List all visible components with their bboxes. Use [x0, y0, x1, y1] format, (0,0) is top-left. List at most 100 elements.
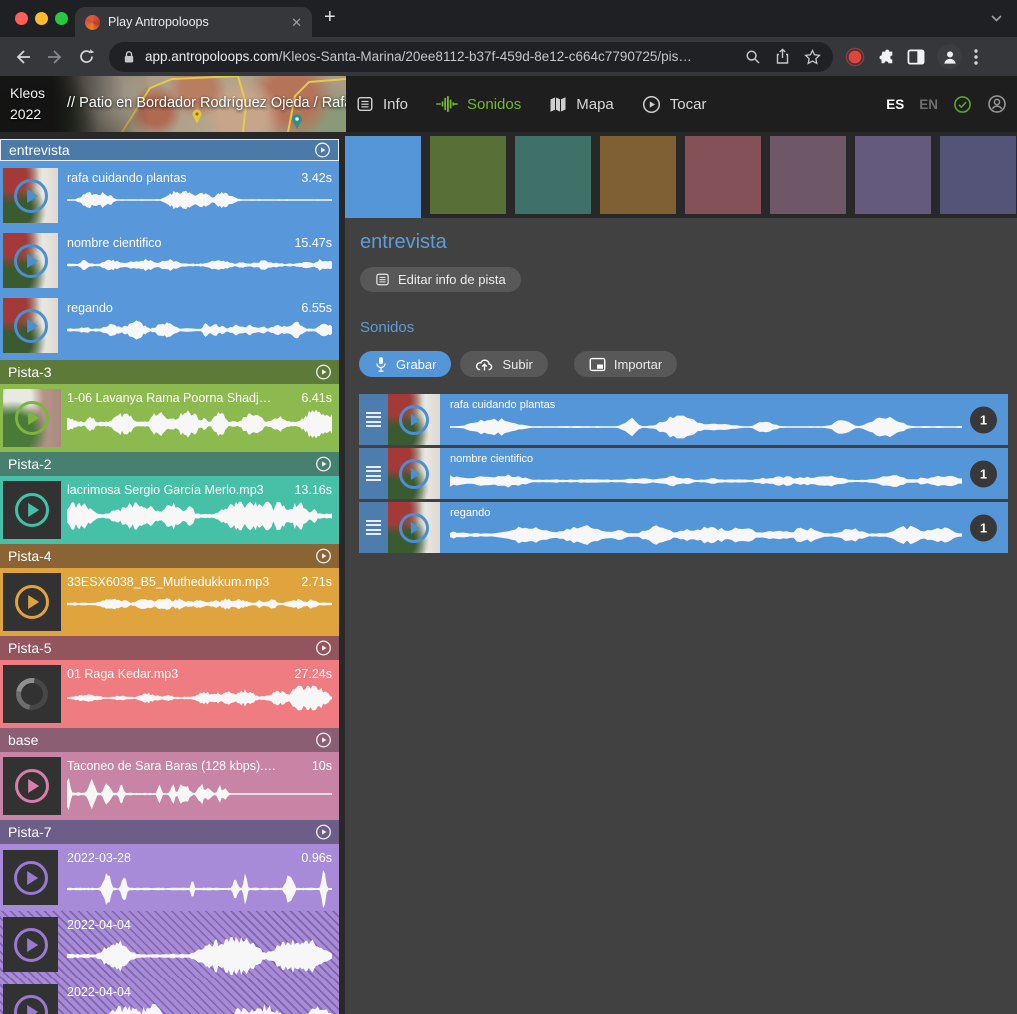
back-icon[interactable]: [14, 49, 32, 65]
clip-thumbnail[interactable]: [3, 984, 58, 1014]
play-icon[interactable]: [15, 401, 49, 435]
clip-duration: 15.47s: [294, 236, 332, 250]
track-swatch-1[interactable]: [345, 136, 421, 218]
account-circle-icon[interactable]: [987, 94, 1007, 114]
track-swatch-3[interactable]: [515, 136, 591, 214]
track-header-Pista-4[interactable]: Pista-4: [0, 544, 339, 568]
clip-row[interactable]: 1-06 Lavanya Rama Poorna Shadjam Rupak..…: [0, 384, 339, 452]
lang-en[interactable]: EN: [919, 97, 938, 112]
clip-row[interactable]: 2022-04-04: [0, 911, 339, 978]
subir-button[interactable]: Subir: [460, 351, 547, 377]
play-icon[interactable]: [14, 861, 48, 895]
track-swatch-5[interactable]: [685, 136, 761, 214]
bookmark-star-icon[interactable]: [804, 49, 821, 65]
clip-row[interactable]: 2022-03-280.96s: [0, 844, 339, 911]
window-close-button[interactable]: [15, 12, 28, 25]
clip-row[interactable]: rafa cuidando plantas3.42s: [0, 164, 339, 227]
window-zoom-button[interactable]: [55, 12, 68, 25]
profile-icon[interactable]: [937, 44, 962, 69]
track-header-base[interactable]: base: [0, 728, 339, 752]
play-icon[interactable]: [14, 995, 48, 1014]
track-swatch-2[interactable]: [430, 136, 506, 214]
extensions-puzzle-icon[interactable]: [877, 48, 895, 66]
sound-row[interactable]: rafa cuidando plantas1: [359, 394, 1008, 445]
forward-icon[interactable]: [46, 49, 64, 65]
importar-button[interactable]: Importar: [574, 351, 677, 377]
nav-tocar[interactable]: Tocar: [642, 95, 707, 114]
clip-thumbnail[interactable]: [3, 168, 58, 223]
track-header-Pista-2[interactable]: Pista-2: [0, 452, 339, 476]
track-play-icon[interactable]: [314, 142, 331, 159]
track-play-icon[interactable]: [315, 548, 332, 565]
new-tab-button[interactable]: +: [324, 6, 336, 29]
reload-icon[interactable]: [78, 48, 95, 65]
clip-thumbnail[interactable]: [3, 481, 61, 539]
track-header-Pista-7[interactable]: Pista-7: [0, 820, 339, 844]
sound-row[interactable]: regando1: [359, 502, 1008, 553]
play-icon[interactable]: [14, 244, 48, 278]
track-swatch-7[interactable]: [855, 136, 931, 214]
track-header-Pista-3[interactable]: Pista-3: [0, 360, 339, 384]
track-swatch-4[interactable]: [600, 136, 676, 214]
close-icon[interactable]: ✕: [291, 16, 302, 29]
track-header-entrevista[interactable]: entrevista: [0, 139, 339, 161]
clip-thumbnail[interactable]: [3, 917, 58, 972]
clip-row[interactable]: regando6.55s: [0, 294, 339, 357]
clip-thumbnail[interactable]: [3, 665, 61, 723]
clip-thumbnail[interactable]: [3, 573, 61, 631]
track-play-icon[interactable]: [315, 364, 332, 381]
clip-row[interactable]: nombre cientifico15.47s: [0, 229, 339, 292]
track-play-icon[interactable]: [315, 456, 332, 473]
share-icon[interactable]: [775, 48, 790, 65]
record-icon[interactable]: [845, 47, 865, 67]
clip-row[interactable]: Taconeo de Sara Baras (128 kbps).mp310s: [0, 752, 339, 820]
drag-handle-icon[interactable]: [359, 502, 388, 553]
play-icon[interactable]: [399, 459, 429, 489]
window-minimize-button[interactable]: [35, 12, 48, 25]
grabar-button[interactable]: Grabar: [359, 351, 451, 377]
track-header-Pista-5[interactable]: Pista-5: [0, 636, 339, 660]
menu-kebab-icon[interactable]: [974, 49, 978, 65]
sound-thumbnail[interactable]: [388, 448, 440, 499]
play-icon[interactable]: [15, 585, 49, 619]
drag-handle-icon[interactable]: [359, 394, 388, 445]
clip-row[interactable]: 2022-04-04: [0, 978, 339, 1014]
nav-info[interactable]: Info: [356, 95, 408, 113]
track-play-icon[interactable]: [315, 640, 332, 657]
breadcrumb: // Patio en Bordador Rodríguez Ojeda / R…: [67, 95, 346, 111]
sound-thumbnail[interactable]: [388, 394, 440, 445]
track-play-icon[interactable]: [315, 824, 332, 841]
sidebar-icon[interactable]: [907, 49, 925, 65]
play-icon[interactable]: [399, 405, 429, 435]
clip-thumbnail[interactable]: [3, 298, 58, 353]
lang-es[interactable]: ES: [886, 97, 904, 112]
play-icon[interactable]: [14, 179, 48, 213]
track-swatch-8[interactable]: [940, 136, 1016, 214]
play-icon[interactable]: [15, 769, 49, 803]
play-icon[interactable]: [399, 513, 429, 543]
play-icon[interactable]: [14, 309, 48, 343]
track-swatch-6[interactable]: [770, 136, 846, 214]
clip-thumbnail[interactable]: [3, 757, 61, 815]
clip-row[interactable]: 33ESX6038_B5_Muthedukkum.mp32.71s: [0, 568, 339, 636]
play-icon[interactable]: [15, 493, 49, 527]
edit-track-info-button[interactable]: Editar info de pista: [360, 267, 521, 292]
drag-handle-icon[interactable]: [359, 448, 388, 499]
play-icon[interactable]: [14, 928, 48, 962]
url-bar[interactable]: app.antropoloops.com/Kleos-Santa-Marina/…: [109, 42, 833, 72]
track-play-icon[interactable]: [315, 732, 332, 749]
browser-tab[interactable]: Play Antropoloops ✕: [75, 7, 312, 37]
sound-row[interactable]: nombre cientifico1: [359, 448, 1008, 499]
clip-thumbnail[interactable]: [3, 850, 58, 905]
clip-row[interactable]: 01 Raga Kedar.mp327.24s: [0, 660, 339, 728]
map-thumbnail[interactable]: Kleos 2022 // Patio en Bordador Rodrígue…: [0, 76, 346, 132]
nav-sonidos[interactable]: Sonidos: [436, 95, 521, 113]
search-icon[interactable]: [745, 49, 761, 65]
clip-thumbnail[interactable]: [3, 389, 61, 447]
chevron-down-icon[interactable]: [990, 13, 1003, 23]
nav-mapa[interactable]: Mapa: [549, 96, 614, 113]
sound-thumbnail[interactable]: [388, 502, 440, 553]
check-circle-icon[interactable]: [953, 95, 972, 114]
clip-row[interactable]: lacrimosa Sergio García Merlo.mp313.16s: [0, 476, 339, 544]
clip-thumbnail[interactable]: [3, 233, 58, 288]
